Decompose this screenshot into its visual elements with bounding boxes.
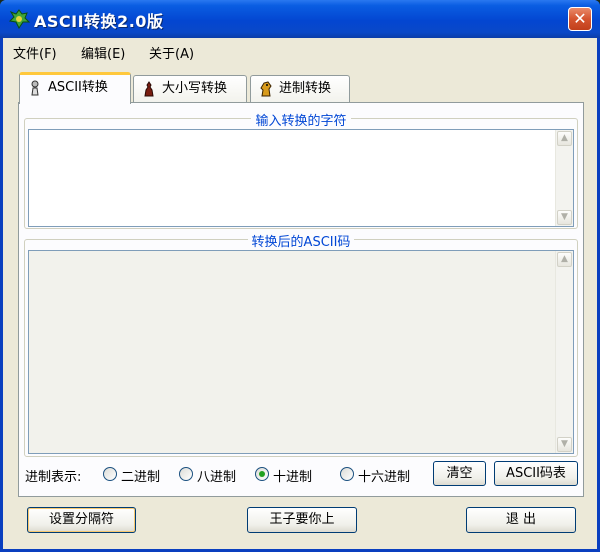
menu-about[interactable]: 关于(A)	[149, 43, 194, 62]
chess-piece-icon	[144, 81, 154, 97]
scroll-up-icon[interactable]: ▲	[557, 131, 572, 146]
chess-pawn-icon	[31, 80, 39, 96]
app-window: ASCII转换2.0版 ✕ 文件(F) 编辑(E) 关于(A) ASCII转换 …	[0, 0, 600, 552]
tab-panel-ascii: 输入转换的字符 ▲ ▼ 转换后的ASCII码 ▲ ▼	[18, 102, 584, 497]
tab-label: ASCII转换	[48, 80, 108, 95]
output-group: 转换后的ASCII码 ▲ ▼	[24, 235, 578, 457]
menu-bar: 文件(F) 编辑(E) 关于(A)	[3, 38, 597, 64]
input-group: 输入转换的字符 ▲ ▼	[24, 114, 578, 229]
scroll-down-icon[interactable]: ▼	[557, 437, 572, 452]
window-title: ASCII转换2.0版	[34, 12, 164, 31]
prince-button[interactable]: 王子要你上	[247, 507, 357, 533]
output-group-title: 转换后的ASCII码	[25, 231, 577, 250]
chess-knight-icon	[260, 81, 272, 97]
radio-label: 十进制	[273, 470, 313, 485]
radio-label: 二进制	[121, 470, 161, 485]
output-text-area[interactable]: ▲ ▼	[28, 250, 574, 454]
tab-case[interactable]: 大小写转换	[133, 75, 247, 103]
close-icon: ✕	[573, 9, 587, 28]
tab-label: 大小写转换	[162, 81, 228, 96]
scroll-up-icon[interactable]: ▲	[557, 252, 572, 267]
exit-button[interactable]: 退 出	[466, 507, 576, 533]
menu-file[interactable]: 文件(F)	[13, 43, 57, 62]
radix-label: 进制表示:	[25, 470, 82, 485]
radio-checked-icon	[255, 467, 269, 481]
radio-label: 十六进制	[358, 470, 411, 485]
tab-label: 进制转换	[279, 81, 332, 96]
output-scrollbar[interactable]: ▲ ▼	[555, 251, 573, 453]
title-bar[interactable]: ASCII转换2.0版 ✕	[0, 0, 600, 38]
clear-button[interactable]: 清空	[433, 461, 486, 486]
tab-ascii[interactable]: ASCII转换	[19, 72, 131, 104]
radio-circle-icon	[103, 467, 117, 481]
menu-edit[interactable]: 编辑(E)	[81, 43, 125, 62]
close-button[interactable]: ✕	[568, 7, 592, 31]
scroll-down-icon[interactable]: ▼	[557, 210, 572, 225]
set-separator-button[interactable]: 设置分隔符	[27, 507, 136, 533]
input-text-area[interactable]: ▲ ▼	[28, 129, 574, 227]
radio-label: 八进制	[197, 470, 237, 485]
radio-circle-icon	[179, 467, 193, 481]
input-group-title: 输入转换的字符	[25, 110, 577, 129]
ascii-table-button[interactable]: ASCII码表	[494, 461, 578, 486]
input-scrollbar[interactable]: ▲ ▼	[555, 130, 573, 226]
app-logo-icon	[8, 9, 30, 29]
tab-radix[interactable]: 进制转换	[250, 75, 350, 103]
radio-circle-icon	[340, 467, 354, 481]
